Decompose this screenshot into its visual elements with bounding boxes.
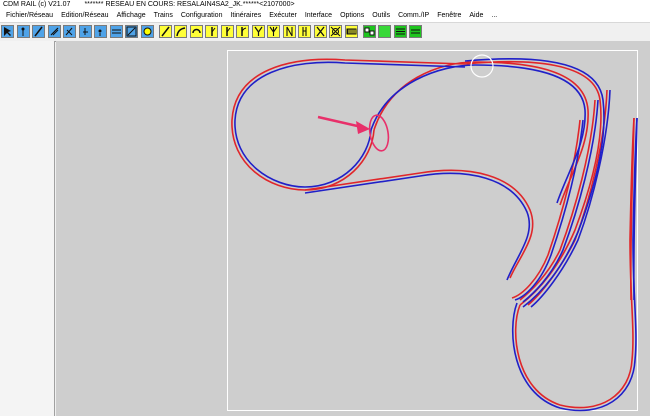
- annotation-arrow-head: [356, 121, 370, 134]
- track-parallel-3: [511, 119, 581, 299]
- track-red-rail: [231, 58, 635, 409]
- track-blue-rail: [234, 57, 638, 412]
- track-diagonal-upper: [304, 169, 534, 279]
- annotation-highlight: [317, 114, 390, 152]
- track-inner-arc: [373, 61, 589, 206]
- track-bottom-loop: [514, 117, 635, 409]
- track-layout[interactable]: [0, 0, 650, 416]
